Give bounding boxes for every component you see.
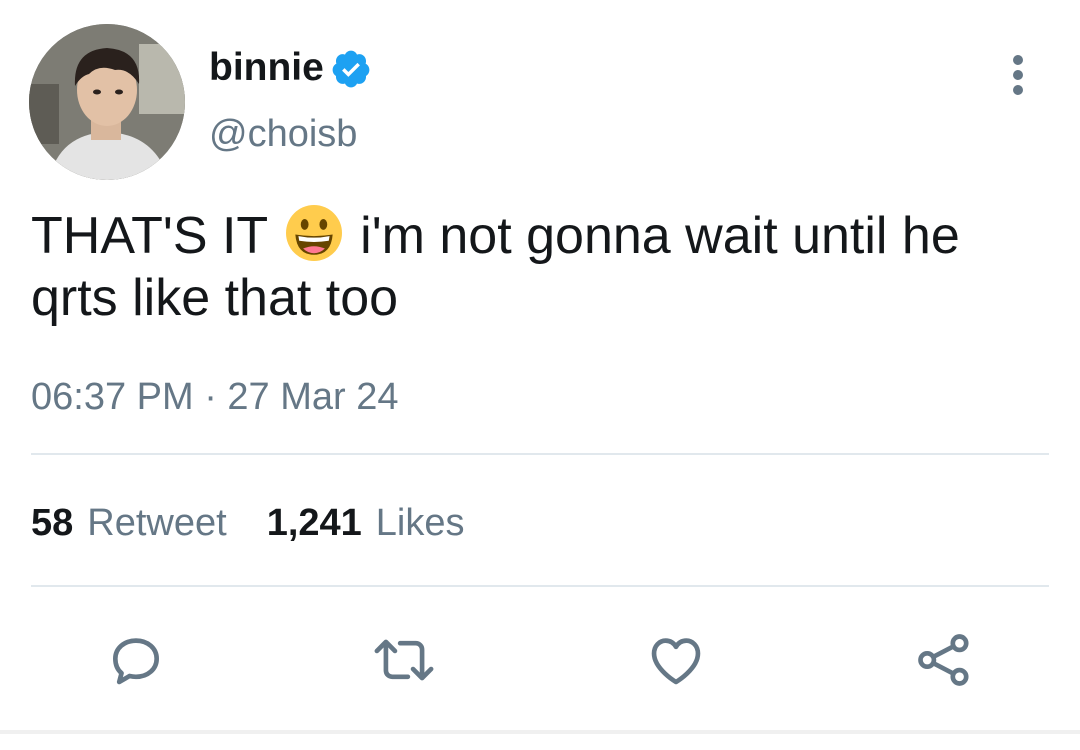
reply-button[interactable]: [96, 620, 176, 700]
likes-count: 1,241: [266, 502, 362, 544]
tweet-text-part-1: THAT'S IT: [31, 207, 268, 265]
tweet-stats: 58 Retweet 1,241 Likes: [31, 500, 465, 546]
avatar[interactable]: [29, 24, 185, 180]
bottom-border: [0, 730, 1080, 734]
display-name[interactable]: binnie: [209, 44, 324, 92]
user-handle[interactable]: @choisb: [209, 110, 357, 158]
divider: [31, 585, 1049, 587]
retweet-count: 58: [31, 502, 74, 544]
like-button[interactable]: [636, 620, 716, 700]
retweet-stat[interactable]: 58 Retweet: [31, 500, 227, 546]
tweet-card: binnie @choisb THAT'S IT i'm not gonna w…: [0, 0, 1080, 750]
likes-stat[interactable]: 1,241 Likes: [267, 500, 465, 546]
tweet-actions: [0, 620, 1080, 700]
share-icon: [918, 634, 969, 686]
like-icon: [651, 638, 701, 685]
retweet-icon: [374, 639, 434, 681]
user-display-name-row[interactable]: binnie: [209, 44, 372, 92]
avatar-photo: [29, 24, 185, 180]
share-button[interactable]: [904, 620, 984, 700]
likes-label: Likes: [375, 502, 465, 544]
more-options-icon[interactable]: [1000, 52, 1036, 98]
reply-icon: [113, 638, 159, 685]
retweet-label: Retweet: [87, 502, 227, 544]
divider: [31, 453, 1049, 455]
verified-badge-icon: [332, 50, 370, 88]
tweet-text: THAT'S IT i'm not gonna wait until he qr…: [31, 205, 1031, 329]
grinning-face-emoji-icon: [285, 205, 342, 261]
retweet-button[interactable]: [364, 620, 444, 700]
tweet-timestamp[interactable]: 06:37 PM · 27 Mar 24: [31, 374, 399, 420]
